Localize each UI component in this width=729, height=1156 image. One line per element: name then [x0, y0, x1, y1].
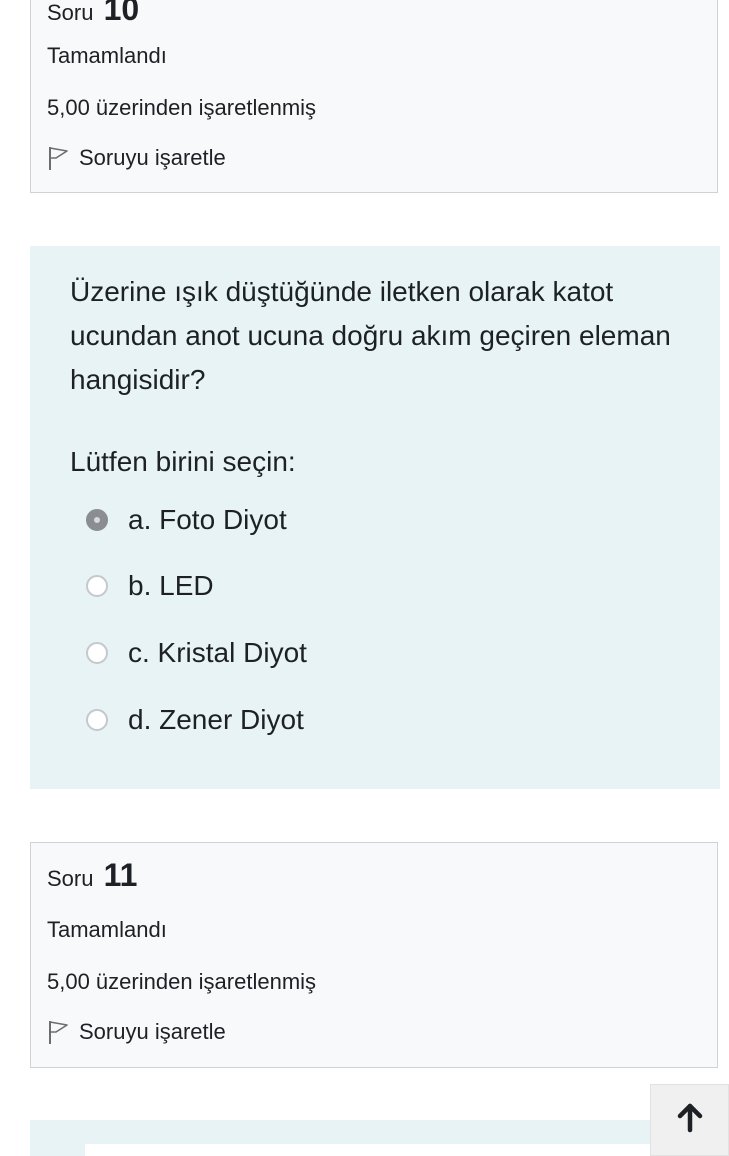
question-number-value: 10 — [103, 0, 140, 27]
question-state: Tamamlandı — [47, 917, 167, 942]
flag-question-label: Soruyu işaretle — [79, 1019, 226, 1044]
question-number-value: 11 — [103, 857, 138, 893]
question-10-info: Soru 10 Tamamlandı 5,00 üzerinden işaret… — [30, 0, 718, 193]
flag-question-link[interactable]: Soruyu işaretle — [47, 145, 226, 171]
flag-icon — [47, 145, 69, 171]
answer-label: d. Zener Diyot — [128, 704, 304, 735]
question-11-info: Soru 11 Tamamlandı 5,00 üzerinden işaret… — [30, 842, 718, 1068]
radio-icon[interactable] — [86, 575, 108, 597]
question-number: Soru 11 — [47, 857, 137, 894]
question-text: Üzerine ışık düştüğünde iletken olarak k… — [70, 276, 671, 395]
answer-prompt: Lütfen birini seçin: — [70, 446, 296, 477]
answer-label: c. Kristal Diyot — [128, 637, 307, 668]
question-grade: 5,00 üzerinden işaretlenmiş — [47, 95, 317, 120]
arrow-up-icon — [675, 1103, 705, 1138]
back-to-top-button[interactable] — [650, 1084, 729, 1156]
question-label: Soru — [47, 866, 94, 891]
flag-icon — [47, 1019, 69, 1045]
radio-icon[interactable] — [86, 642, 108, 664]
next-question-content — [85, 1144, 685, 1156]
question-label: Soru — [47, 0, 94, 25]
radio-icon[interactable] — [86, 709, 108, 731]
question-grade: 5,00 üzerinden işaretlenmiş — [47, 969, 317, 994]
answer-label: a. Foto Diyot — [128, 504, 287, 535]
answer-option-d[interactable]: d. Zener Diyot — [86, 704, 304, 736]
answer-option-c[interactable]: c. Kristal Diyot — [86, 637, 307, 669]
question-formulation: Üzerine ışık düştüğünde iletken olarak k… — [30, 246, 720, 789]
radio-selected-icon[interactable] — [86, 509, 108, 531]
answer-label: b. LED — [128, 570, 214, 601]
answer-option-a[interactable]: a. Foto Diyot — [86, 504, 287, 536]
question-number: Soru 10 — [47, 0, 139, 28]
question-state: Tamamlandı — [47, 43, 167, 68]
answer-option-b[interactable]: b. LED — [86, 570, 214, 602]
quiz-page: Soru 10 Tamamlandı 5,00 üzerinden işaret… — [0, 0, 729, 1156]
next-question-formulation — [30, 1120, 720, 1156]
flag-question-label: Soruyu işaretle — [79, 145, 226, 170]
flag-question-link[interactable]: Soruyu işaretle — [47, 1019, 226, 1045]
